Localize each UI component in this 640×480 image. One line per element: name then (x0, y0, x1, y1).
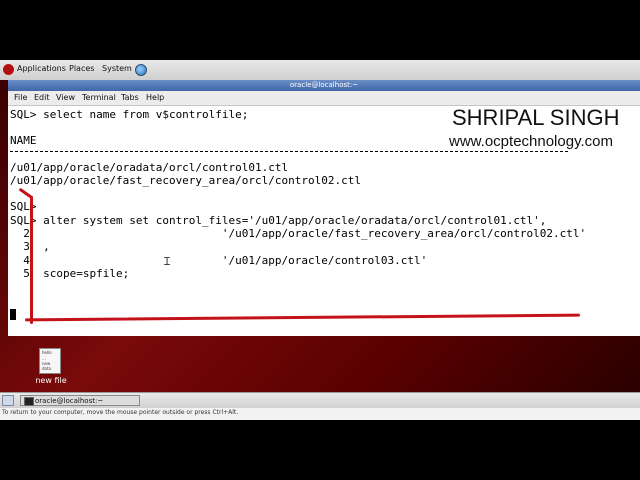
terminal-line: /u01/app/oracle/fast_recovery_area/orcl/… (10, 174, 361, 187)
taskbar-window-label: oracle@localhost:~ (35, 397, 104, 405)
places-menu[interactable]: Places (69, 64, 94, 73)
menu-edit[interactable]: Edit (34, 93, 50, 102)
status-hint: To return to your computer, move the mou… (2, 409, 239, 416)
show-desktop-icon[interactable] (2, 395, 14, 406)
watermark-name: SHRIPAL SINGH (452, 105, 620, 130)
file-icon[interactable]: hello ... new data (39, 348, 61, 374)
menu-tabs[interactable]: Tabs (121, 93, 139, 102)
terminal-line: 4 '/u01/app/oracle/control03.ctl' (10, 254, 428, 267)
terminal-line: SQL> select name from v$controlfile; (10, 108, 249, 121)
terminal-line: SQL> alter system set control_files='/u0… (10, 214, 547, 227)
terminal-menubar: File Edit View Terminal Tabs Help (8, 91, 640, 106)
text-cursor (10, 309, 16, 320)
system-menu[interactable]: System (102, 64, 132, 73)
annotation-stroke (30, 196, 33, 324)
file-icon-label[interactable]: new file (29, 376, 73, 385)
menu-view[interactable]: View (56, 93, 75, 102)
terminal-line: /u01/app/oracle/oradata/orcl/control01.c… (10, 161, 289, 174)
bottom-panel: oracle@localhost:~ (0, 392, 640, 409)
globe-icon[interactable] (135, 64, 147, 76)
taskbar-window-button[interactable]: oracle@localhost:~ (20, 395, 140, 406)
menu-terminal[interactable]: Terminal (82, 93, 116, 102)
file-preview-text: hello (42, 350, 52, 355)
terminal-line: 5 scope=spfile; (10, 267, 130, 280)
applications-menu[interactable]: Applications (17, 64, 66, 73)
ibeam-pointer-icon: Ɪ (164, 255, 171, 268)
window-title: oracle@localhost:~ (289, 81, 359, 89)
redhat-icon[interactable] (3, 64, 14, 75)
file-preview-text: data (42, 366, 52, 371)
terminal-line: NAME (10, 134, 37, 147)
column-separator (10, 151, 568, 152)
top-panel: Applications Places System (0, 60, 640, 81)
terminal-titlebar[interactable]: oracle@localhost:~ (8, 80, 640, 91)
vm-status-bar: To return to your computer, move the mou… (0, 408, 640, 420)
watermark-site: www.ocptechnology.com (449, 133, 613, 150)
menu-file[interactable]: File (14, 93, 27, 102)
terminal-icon (24, 397, 34, 406)
menu-help[interactable]: Help (146, 93, 164, 102)
terminal-line: 2 '/u01/app/oracle/fast_recovery_area/or… (10, 227, 587, 240)
